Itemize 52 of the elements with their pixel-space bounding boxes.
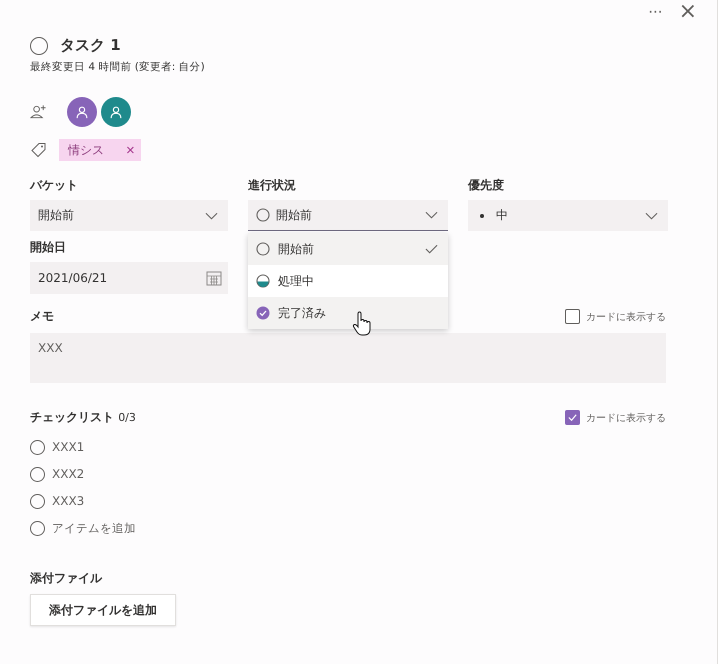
complete-task-checkbox[interactable] [30,36,48,54]
checklist-item[interactable]: XXX1 [52,440,84,454]
field-label: 添付ファイル [30,570,102,587]
remove-label-button[interactable]: × [124,142,137,158]
chevron-down-icon [425,211,438,219]
field-label: 進行状況 [248,177,297,194]
half-filled-circle-icon [256,274,270,288]
date-field[interactable]: 2021/06/21 [30,262,228,294]
add-item-field[interactable]: アイテムを追加 [52,521,252,535]
field-label: メモ [30,308,54,325]
modified-info: 最終変更日 4 時間前 (変更者: 自分) [30,60,206,74]
status-option[interactable]: 開始前 [248,233,448,265]
dropdown-field[interactable]: 開始前 [30,200,228,231]
empty-circle-icon [256,242,270,256]
chevron-down-icon [205,212,218,220]
checklist-item-checkbox[interactable] [30,440,45,454]
field-label: 開始日 [30,239,66,256]
checklist-item-checkbox[interactable] [30,494,45,508]
label-text: 情シス [68,142,104,158]
checkmark-icon [567,412,578,423]
option-label: 開始前 [278,240,315,258]
empty-circle-icon [30,520,45,536]
checkbox-label: カードに表示する [586,412,666,424]
checklist-item[interactable]: XXX3 [52,494,84,508]
checklist-item-checkbox[interactable] [30,466,45,482]
calendar-icon [206,270,222,286]
checkmark-icon [425,244,438,254]
show-on-card-checkbox[interactable] [565,309,580,324]
dropdown-field[interactable]: 中 [468,200,668,231]
more-button[interactable]: ··· [644,0,667,24]
add-attachment-button[interactable]: 添付ファイルを追加 [30,594,176,626]
tag-icon[interactable] [30,142,47,158]
option-label: 完了済み [278,304,327,322]
status-option[interactable]: 処理中 [248,265,448,297]
avatar[interactable] [67,97,97,127]
option-label: 処理中 [278,272,315,290]
hand-cursor-icon [352,311,372,337]
checklist-item[interactable]: XXX2 [52,467,84,481]
checkbox-label: カードに表示する [586,310,666,324]
dropdown-field[interactable]: 開始前 [248,200,448,231]
field-label: 優先度 [468,177,505,194]
checklist-heading: チェックリスト 0/3 [30,409,136,426]
field-label: バケット [30,177,79,194]
check-circle-icon [256,306,270,320]
notes-field[interactable]: XXX [30,333,666,383]
show-on-card-checkbox[interactable] [565,410,580,425]
close-button[interactable]: × [674,0,701,24]
empty-circle-icon [256,208,270,222]
avatar[interactable] [101,97,131,127]
task-title[interactable]: タスク 1 [60,36,121,55]
add-person-icon[interactable] [30,104,47,120]
chevron-down-icon [645,212,658,220]
